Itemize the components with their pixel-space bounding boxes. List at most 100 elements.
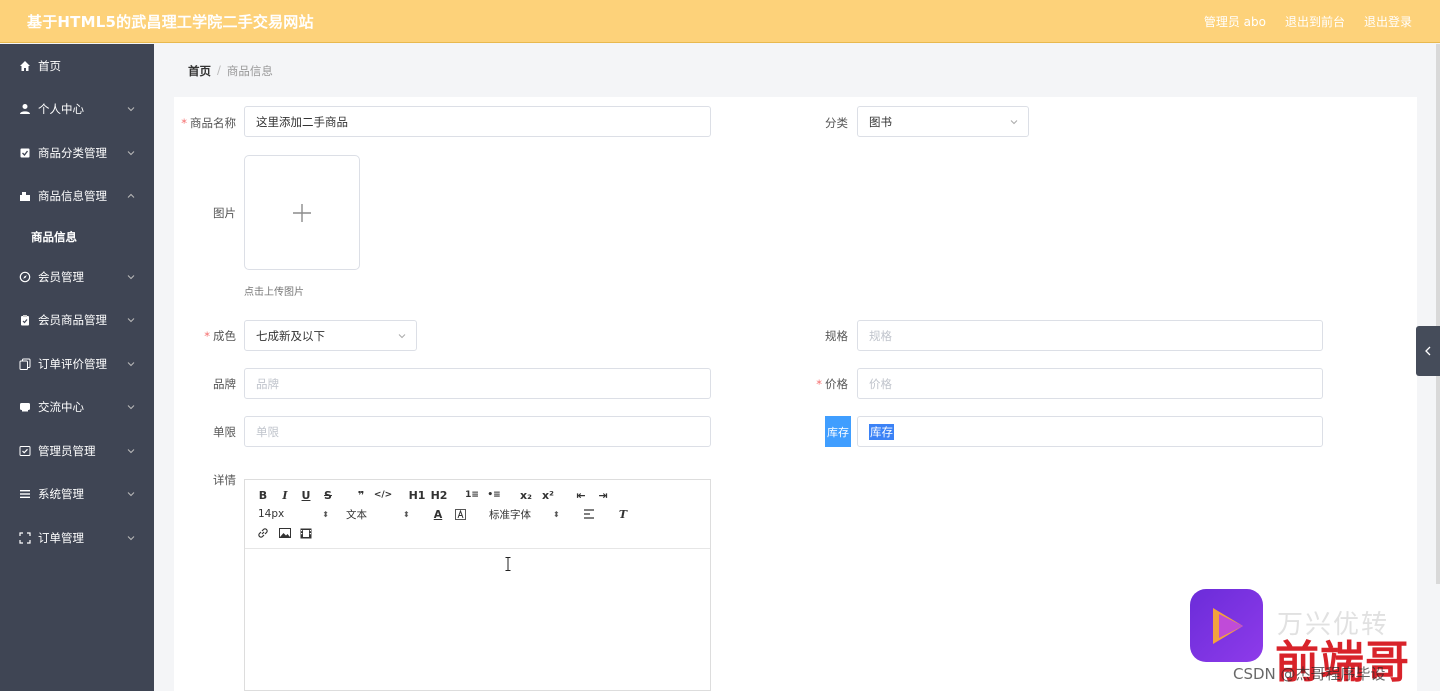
font-color-icon[interactable]: A xyxy=(430,506,446,522)
category-select[interactable]: 图书 xyxy=(857,106,1029,137)
code-block-button[interactable]: </> xyxy=(374,487,392,503)
editor-toolbar: B I U S ❞ </> H1 H2 1≡ •≡ x₂ x² ⇤ ⇥ 14px… xyxy=(245,480,710,549)
bullet-list-button[interactable]: •≡ xyxy=(485,487,503,503)
rich-text-editor: B I U S ❞ </> H1 H2 1≡ •≡ x₂ x² ⇤ ⇥ 14px… xyxy=(244,479,711,691)
clipboard-icon xyxy=(19,314,31,326)
subscript-button[interactable]: x₂ xyxy=(518,487,534,503)
blockquote-button[interactable]: ❞ xyxy=(353,487,369,503)
chevron-down-icon xyxy=(127,274,135,279)
upload-hint: 点击上传图片 xyxy=(244,287,304,298)
sidebar-item-label: 会员商品管理 xyxy=(38,313,107,328)
site-title: 基于HTML5的武昌理工学院二手交易网站 xyxy=(27,12,314,31)
spec-input[interactable]: 规格 xyxy=(857,320,1323,351)
watermark-logo xyxy=(1190,589,1263,662)
background-color-icon[interactable] xyxy=(452,506,468,522)
sidebar-item-forum[interactable]: 交流中心 xyxy=(0,386,154,430)
breadcrumb-home[interactable]: 首页 xyxy=(188,63,211,79)
condition-select[interactable]: 七成新及以下 xyxy=(244,320,417,351)
menu-icon xyxy=(19,488,31,500)
chevron-down-icon xyxy=(127,107,135,112)
price-placeholder: 价格 xyxy=(869,376,892,391)
sidebar-item-label: 订单评价管理 xyxy=(38,356,107,371)
category-icon xyxy=(19,147,31,159)
sidebar-item-orders[interactable]: 订单管理 xyxy=(0,516,154,560)
sidebar-item-order-review[interactable]: 订单评价管理 xyxy=(0,342,154,386)
limit-label: 单限 xyxy=(213,425,236,439)
bold-button[interactable]: B xyxy=(255,487,271,503)
collapse-panel-button[interactable] xyxy=(1416,326,1440,376)
chevron-down-icon xyxy=(127,318,135,323)
text-type-select[interactable]: 文本 ⬍ xyxy=(346,506,410,522)
back-to-front-link[interactable]: 退出到前台 xyxy=(1285,13,1345,30)
sidebar-item-label: 系统管理 xyxy=(38,487,84,502)
name-label: * 商品名称 xyxy=(181,116,236,130)
compass-icon xyxy=(19,271,31,283)
home-icon xyxy=(19,60,31,72)
brand-input[interactable]: 品牌 xyxy=(244,368,711,399)
chevron-down-icon xyxy=(127,150,135,155)
header1-button[interactable]: H1 xyxy=(407,487,427,503)
sidebar-subitem-goods-info[interactable]: 商品信息 xyxy=(0,218,154,255)
name-label-text: 商品名称 xyxy=(190,116,236,130)
sidebar-item-goods[interactable]: 商品信息管理 xyxy=(0,175,154,219)
image-label: 图片 xyxy=(213,206,236,220)
text-cursor-icon xyxy=(505,557,511,571)
goods-icon xyxy=(19,190,31,202)
top-header: 基于HTML5的武昌理工学院二手交易网站 管理员 abo 退出到前台 退出登录 xyxy=(0,0,1440,43)
font-size-select[interactable]: 14px ⬍ xyxy=(258,506,329,522)
image-icon[interactable] xyxy=(277,525,293,541)
chevron-up-icon xyxy=(127,194,135,199)
fullscreen-icon xyxy=(19,532,31,544)
chat-icon xyxy=(19,401,31,413)
image-upload-button[interactable] xyxy=(244,155,360,270)
sidebar-item-members[interactable]: 会员管理 xyxy=(0,255,154,299)
chevron-left-icon xyxy=(1425,346,1431,356)
sidebar-item-label: 首页 xyxy=(38,58,61,73)
sidebar-item-admins[interactable]: 管理员管理 xyxy=(0,429,154,473)
detail-label: 详情 xyxy=(213,473,236,487)
spec-placeholder: 规格 xyxy=(869,328,892,343)
indent-button[interactable]: ⇥ xyxy=(595,487,611,503)
outdent-button[interactable]: ⇤ xyxy=(573,487,589,503)
underline-button[interactable]: U xyxy=(298,487,314,503)
header2-button[interactable]: H2 xyxy=(429,487,449,503)
updown-icon: ⬍ xyxy=(403,509,410,519)
sidebar-item-home[interactable]: 首页 xyxy=(0,44,154,88)
sidebar-item-label: 商品信息管理 xyxy=(38,189,107,204)
price-input[interactable]: 价格 xyxy=(857,368,1323,399)
breadcrumb: 首页 / 商品信息 xyxy=(188,63,273,79)
breadcrumb-separator: / xyxy=(217,63,221,77)
stock-selected-text: 库存 xyxy=(869,423,894,440)
category-label: 分类 xyxy=(825,116,848,130)
chevron-down-icon xyxy=(1010,120,1018,125)
sidebar-item-category[interactable]: 商品分类管理 xyxy=(0,131,154,175)
ordered-list-button[interactable]: 1≡ xyxy=(463,487,481,503)
chevron-down-icon xyxy=(127,448,135,453)
chevron-down-icon xyxy=(398,334,406,339)
sidebar-item-member-goods[interactable]: 会员商品管理 xyxy=(0,299,154,343)
text-type-value: 文本 xyxy=(346,508,367,521)
clear-format-icon[interactable]: T xyxy=(615,506,631,522)
strike-button[interactable]: S xyxy=(320,487,336,503)
align-icon[interactable] xyxy=(581,506,597,522)
video-icon[interactable] xyxy=(298,525,314,541)
scrollbar[interactable] xyxy=(1436,44,1440,584)
sidebar-item-label: 管理员管理 xyxy=(38,443,96,458)
name-input[interactable]: 这里添加二手商品 xyxy=(244,106,711,137)
chevron-down-icon xyxy=(127,535,135,540)
sidebar-item-personal[interactable]: 个人中心 xyxy=(0,88,154,132)
italic-button[interactable]: I xyxy=(277,487,293,503)
price-label-text: 价格 xyxy=(825,377,848,391)
condition-label: * 成色 xyxy=(204,329,236,343)
logout-link[interactable]: 退出登录 xyxy=(1364,13,1412,30)
sidebar-item-label: 商品分类管理 xyxy=(38,145,107,160)
limit-input[interactable]: 单限 xyxy=(244,416,711,447)
stock-input[interactable]: 库存 xyxy=(857,416,1323,447)
superscript-button[interactable]: x² xyxy=(540,487,556,503)
brand-placeholder: 品牌 xyxy=(256,376,279,391)
plus-icon xyxy=(293,203,311,222)
link-icon[interactable] xyxy=(255,525,271,541)
sidebar: 首页 个人中心 商品分类管理 商品信息管理 商品信息 会员管理 会员商品管理 订… xyxy=(0,44,154,691)
sidebar-item-system[interactable]: 系统管理 xyxy=(0,473,154,517)
font-family-select[interactable]: 标准字体 ⬍ xyxy=(489,506,560,522)
